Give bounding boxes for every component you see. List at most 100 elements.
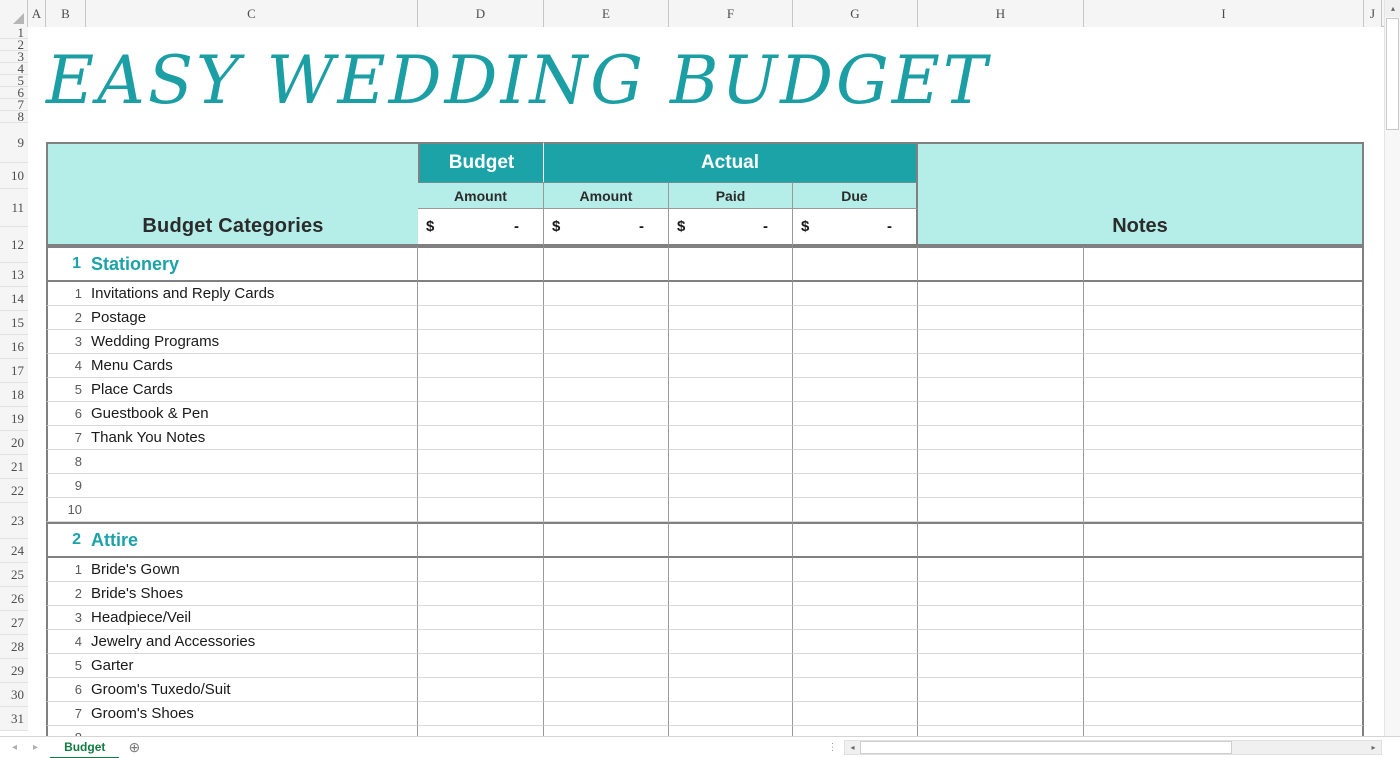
next-sheet-icon[interactable]: ▸	[33, 742, 38, 753]
add-sheet-icon[interactable]: ⊕	[119, 737, 149, 758]
row-number[interactable]: 18	[0, 383, 28, 407]
notes-cell-i[interactable]	[1084, 354, 1364, 378]
table-row[interactable]: 3 Headpiece/Veil	[46, 606, 1364, 630]
actual-amount-cell[interactable]	[544, 474, 669, 498]
due-cell[interactable]	[793, 282, 918, 306]
row-number[interactable]: 19	[0, 407, 28, 431]
row-number[interactable]: 1	[0, 27, 28, 39]
row-number[interactable]: 7	[0, 99, 28, 111]
row-label-cell[interactable]: Postage	[86, 306, 418, 330]
notes-cell-h[interactable]	[918, 378, 1084, 402]
row-number[interactable]: 29	[0, 659, 28, 683]
select-all-corner[interactable]	[0, 0, 28, 27]
row-index-cell[interactable]: 5	[46, 654, 86, 678]
row-number[interactable]: 17	[0, 359, 28, 383]
budget-amount-cell[interactable]	[418, 474, 544, 498]
paid-cell[interactable]	[669, 378, 793, 402]
row-label-cell[interactable]	[86, 498, 418, 522]
row-number[interactable]: 26	[0, 587, 28, 611]
category-row[interactable]: 2 Attire	[46, 522, 1364, 558]
due-cell[interactable]	[793, 582, 918, 606]
actual-amount-cell[interactable]	[544, 330, 669, 354]
budget-amount-cell[interactable]	[418, 246, 544, 282]
row-index-cell[interactable]: 3	[46, 330, 86, 354]
row-number[interactable]: 6	[0, 87, 28, 99]
actual-amount-cell[interactable]	[544, 726, 669, 736]
row-number[interactable]: 31	[0, 707, 28, 731]
vertical-scroll-thumb[interactable]	[1386, 18, 1399, 130]
row-index-cell[interactable]: 1	[46, 558, 86, 582]
row-index-cell[interactable]: 9	[46, 474, 86, 498]
row-number[interactable]: 10	[0, 163, 28, 189]
budget-amount-cell[interactable]	[418, 678, 544, 702]
sheet-canvas[interactable]: EASY WEDDING BUDGET Budget Actual Amount…	[28, 27, 1400, 736]
due-cell[interactable]	[793, 630, 918, 654]
row-index-cell[interactable]: 2	[46, 306, 86, 330]
paid-cell[interactable]	[669, 654, 793, 678]
paid-cell[interactable]	[669, 474, 793, 498]
table-row[interactable]: 5 Place Cards	[46, 378, 1364, 402]
notes-cell-i[interactable]	[1084, 450, 1364, 474]
due-cell[interactable]	[793, 606, 918, 630]
actual-amount-cell[interactable]	[544, 678, 669, 702]
budget-amount-cell[interactable]	[418, 426, 544, 450]
actual-amount-cell[interactable]	[544, 654, 669, 678]
row-number[interactable]: 9	[0, 123, 28, 163]
budget-amount-cell[interactable]	[418, 282, 544, 306]
table-row[interactable]: 7 Groom's Shoes	[46, 702, 1364, 726]
actual-amount-cell[interactable]	[544, 630, 669, 654]
prev-sheet-icon[interactable]: ◂	[12, 742, 17, 753]
actual-amount-cell[interactable]	[544, 282, 669, 306]
column-header-b[interactable]: B	[46, 0, 86, 27]
notes-cell-h[interactable]	[918, 426, 1084, 450]
total-actual-amount[interactable]: $ -	[544, 208, 669, 246]
budget-amount-cell[interactable]	[418, 402, 544, 426]
category-row[interactable]: 1 Stationery	[46, 246, 1364, 282]
paid-cell[interactable]	[669, 582, 793, 606]
column-header-h[interactable]: H	[918, 0, 1084, 27]
column-header-c[interactable]: C	[86, 0, 418, 27]
notes-cell-h[interactable]	[918, 282, 1084, 306]
row-number[interactable]: 28	[0, 635, 28, 659]
table-row[interactable]: 10	[46, 498, 1364, 522]
due-cell[interactable]	[793, 474, 918, 498]
notes-cell-i[interactable]	[1084, 330, 1364, 354]
budget-amount-cell[interactable]	[418, 582, 544, 606]
row-number[interactable]: 16	[0, 335, 28, 359]
due-cell[interactable]	[793, 726, 918, 736]
column-header-i[interactable]: I	[1084, 0, 1364, 27]
notes-cell-h[interactable]	[918, 306, 1084, 330]
actual-amount-cell[interactable]	[544, 354, 669, 378]
row-index-cell[interactable]: 2	[46, 522, 86, 558]
row-label-cell[interactable]	[86, 726, 418, 736]
notes-cell-i[interactable]	[1084, 474, 1364, 498]
due-cell[interactable]	[793, 450, 918, 474]
notes-cell-h[interactable]	[918, 726, 1084, 736]
notes-cell-i[interactable]	[1084, 630, 1364, 654]
table-row[interactable]: 6 Groom's Tuxedo/Suit	[46, 678, 1364, 702]
row-number[interactable]: 20	[0, 431, 28, 455]
table-row[interactable]: 6 Guestbook & Pen	[46, 402, 1364, 426]
paid-cell[interactable]	[669, 522, 793, 558]
due-cell[interactable]	[793, 306, 918, 330]
row-label-cell[interactable]: Invitations and Reply Cards	[86, 282, 418, 306]
row-number[interactable]: 8	[0, 111, 28, 123]
due-cell[interactable]	[793, 702, 918, 726]
row-number[interactable]: 23	[0, 503, 28, 539]
notes-cell-i[interactable]	[1084, 606, 1364, 630]
actual-amount-cell[interactable]	[544, 378, 669, 402]
row-index-cell[interactable]: 1	[46, 246, 86, 282]
row-index-cell[interactable]: 4	[46, 354, 86, 378]
due-cell[interactable]	[793, 246, 918, 282]
notes-cell-i[interactable]	[1084, 282, 1364, 306]
row-number[interactable]: 11	[0, 189, 28, 227]
total-budget-amount[interactable]: $ -	[418, 208, 544, 246]
notes-cell-i[interactable]	[1084, 246, 1364, 282]
horizontal-scrollbar[interactable]: ◂ ▸	[844, 739, 1382, 755]
horizontal-scroll-thumb[interactable]	[860, 740, 1232, 754]
due-cell[interactable]	[793, 426, 918, 450]
row-number[interactable]: 24	[0, 539, 28, 563]
due-cell[interactable]	[793, 522, 918, 558]
row-label-cell[interactable]: Place Cards	[86, 378, 418, 402]
notes-cell-h[interactable]	[918, 330, 1084, 354]
